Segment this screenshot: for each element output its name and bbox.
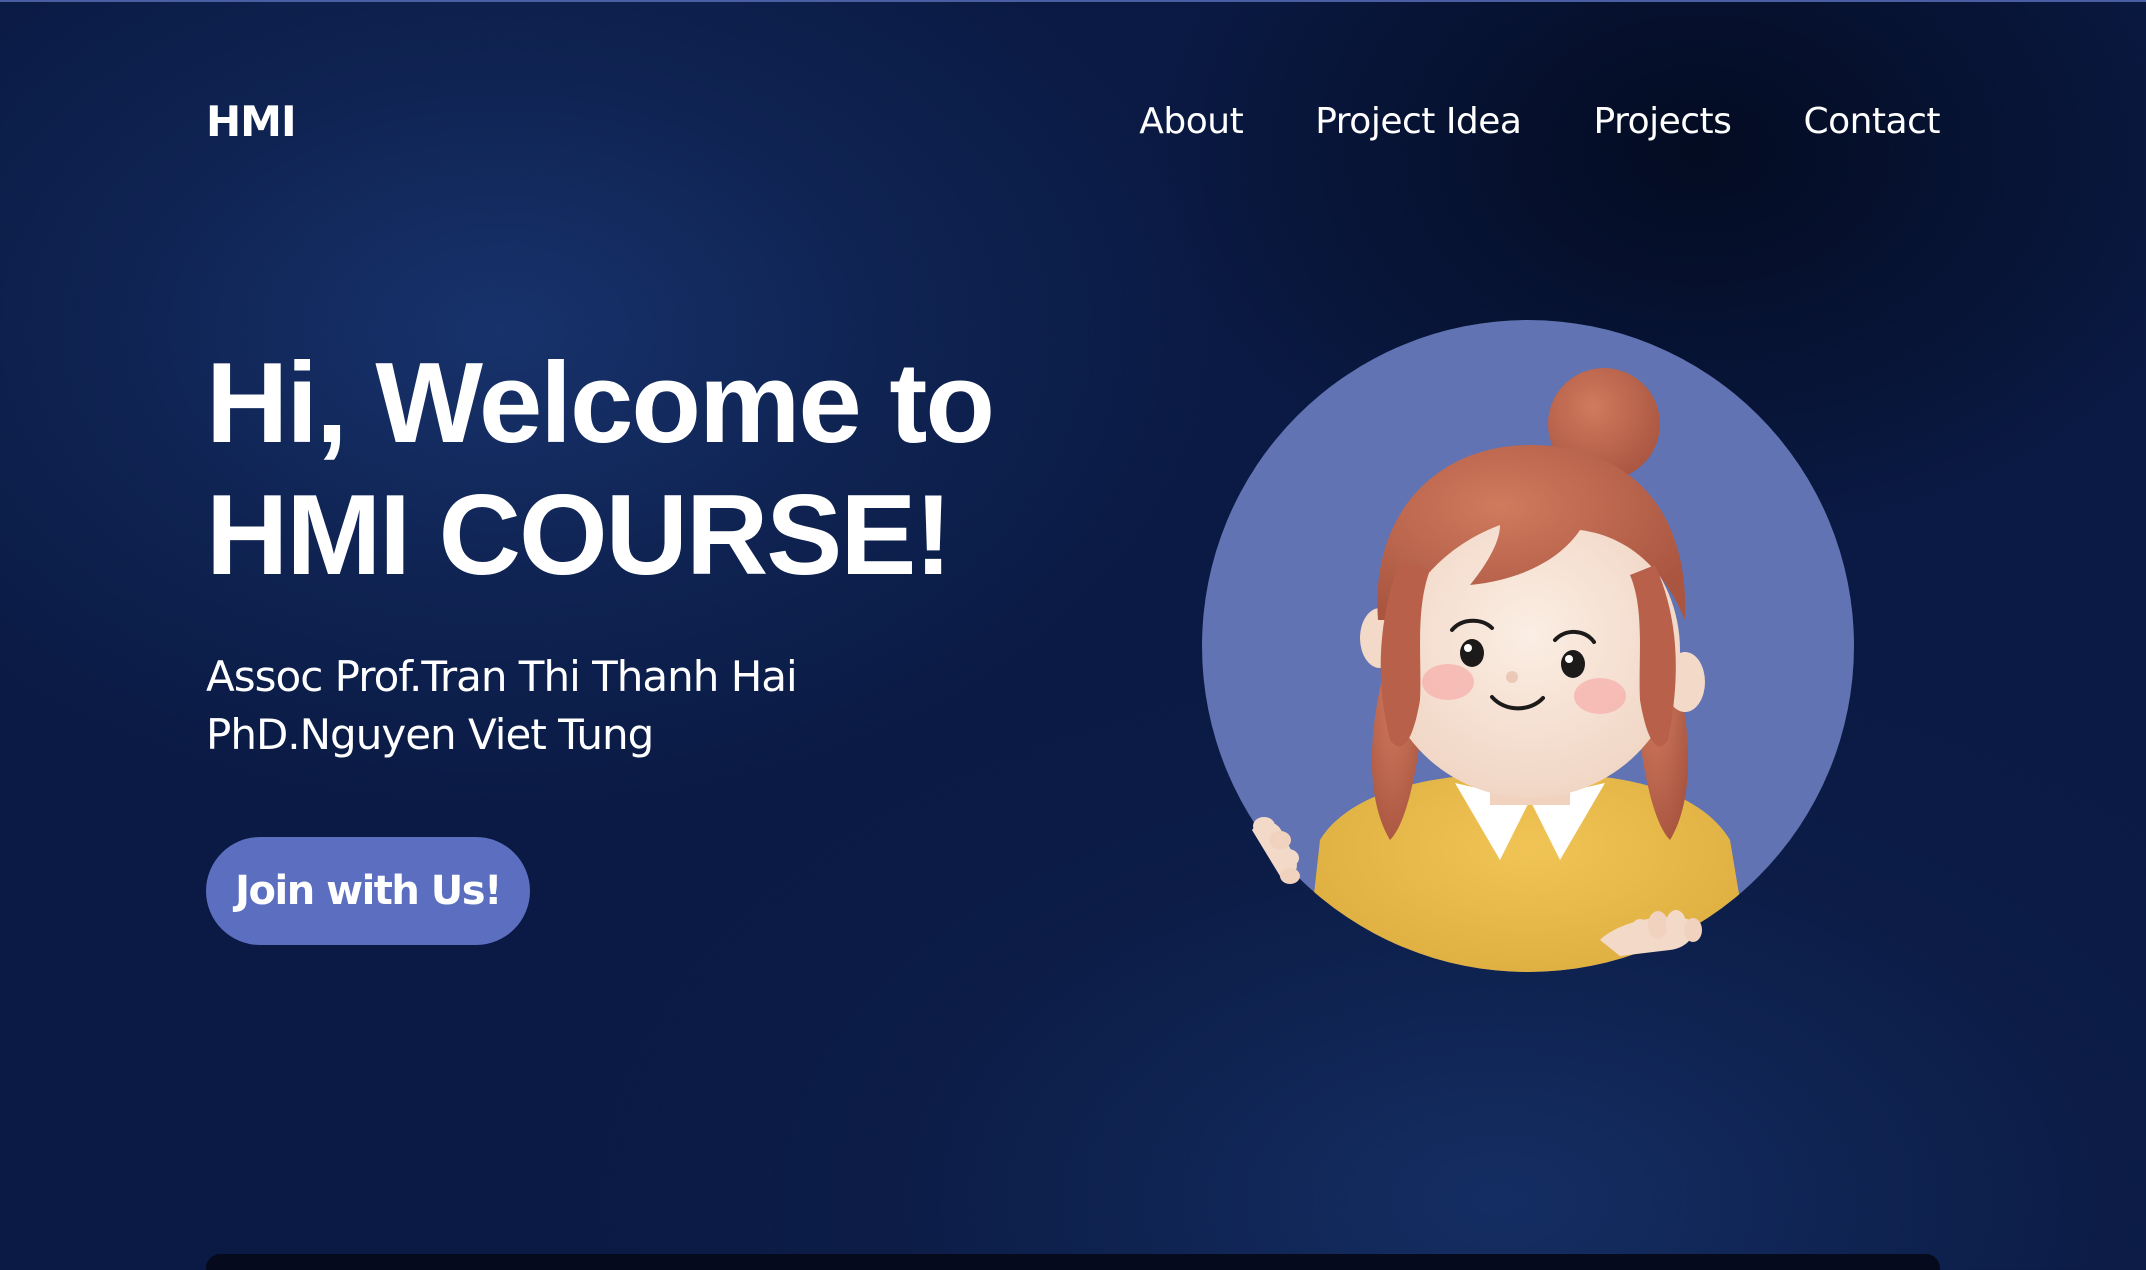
nav-link-projects[interactable]: Projects: [1594, 101, 1732, 142]
hero-title-line-2: HMI COURSE!: [206, 472, 952, 599]
hero-title-line-1: Hi, Welcome to: [206, 340, 995, 467]
hero-title: Hi, Welcome to HMI COURSE!: [206, 338, 1066, 602]
nav-links: About Project Idea Projects Contact: [1139, 101, 1940, 142]
nav-link-about[interactable]: About: [1139, 101, 1243, 142]
instructor-name: PhD.Nguyen Viet Tung: [206, 710, 654, 759]
nav-link-project-idea[interactable]: Project Idea: [1315, 101, 1522, 142]
join-button[interactable]: Join with Us!: [206, 837, 530, 945]
avatar-illustration: [1200, 320, 1860, 1000]
instructor-name: Assoc Prof.Tran Thi Thanh Hai: [206, 652, 798, 701]
navbar: HMI About Project Idea Projects Contact: [206, 88, 1940, 154]
nav-link-contact[interactable]: Contact: [1803, 101, 1940, 142]
instructor-list: Assoc Prof.Tran Thi Thanh Hai PhD.Nguyen…: [206, 648, 1106, 764]
top-border: [0, 0, 2146, 2]
content-card-top-edge: [206, 1254, 1940, 1270]
brand-logo[interactable]: HMI: [206, 97, 297, 146]
cartoon-girl-avatar-icon: [1202, 320, 1854, 972]
